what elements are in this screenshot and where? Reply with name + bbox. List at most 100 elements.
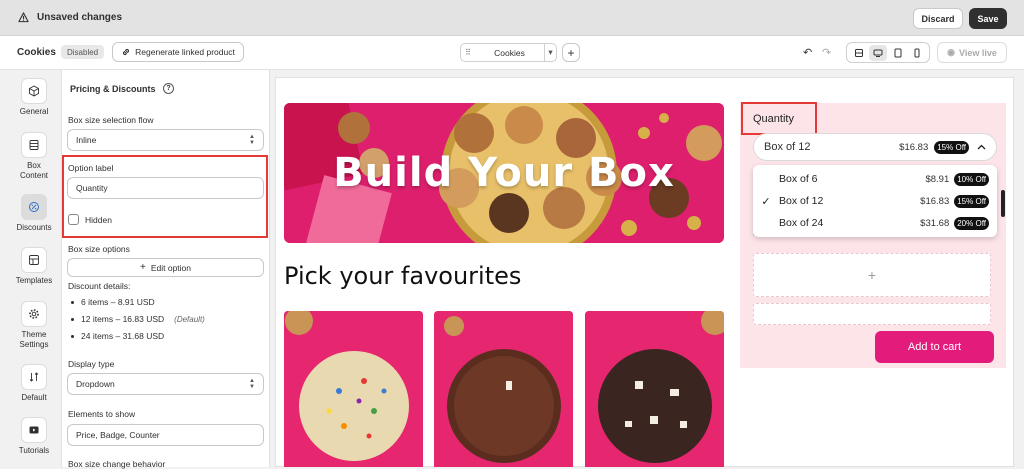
option-name: Box of 24 [779,217,824,229]
nav-item-tutorials[interactable]: Tutorials [8,417,60,456]
sort-icon [21,364,47,390]
template-select[interactable]: ⠿ Cookies ▾ [460,43,557,62]
discount-detail-item: 24 items – 31.68 USD [71,331,164,341]
nav-label: Tutorials [18,446,50,455]
flow-select[interactable]: Inline ▲ ▼ [67,129,264,151]
fullwidth-view-icon[interactable] [850,45,868,61]
edit-option-label: Edit option [150,262,191,273]
option-badge: 20% Off [954,216,989,230]
elements-value: Price, Badge, Counter [76,430,160,440]
flow-label: Box size selection flow [68,115,154,125]
cube-icon [21,78,47,104]
nav-label: Discounts [16,223,52,232]
top-bar [0,0,1024,36]
save-button[interactable]: Save [969,8,1007,29]
selected-option-badge: 15% Off [934,140,969,154]
option-price: $16.83 [920,195,950,207]
elements-input[interactable]: Price, Badge, Counter [67,424,264,446]
option-badge: 15% Off [954,194,989,208]
quantity-option[interactable]: Box of 6 $8.91 10% Off [753,168,997,190]
option-name: Box of 6 [779,173,818,185]
discount-detail-item: 12 items – 16.83 USD (Default) [71,314,205,324]
product-image [585,311,724,467]
help-icon[interactable]: ? [163,83,174,94]
box-slot[interactable] [753,303,991,325]
undo-icon[interactable]: ↶ [803,46,812,59]
warning-icon [18,12,29,23]
quantity-options-list: Box of 6 $8.91 10% Off ✓ Box of 12 $16.8… [753,165,997,237]
plus-icon: + [567,45,575,60]
default-note: (Default) [174,315,205,324]
unsaved-status: Unsaved changes [37,12,123,23]
redo-icon[interactable]: ↷ [822,46,831,59]
tablet-view-icon[interactable] [889,45,907,61]
display-type-select[interactable]: Dropdown ▲ ▼ [67,373,264,395]
discard-button[interactable]: Discard [913,8,963,29]
product-card[interactable] [434,311,573,467]
change-behavior-label: Box size change behavior [68,459,166,469]
nav-label: General [19,107,49,116]
status-badge: Disabled [61,45,105,59]
view-live-button[interactable]: ◉ View live [937,42,1007,63]
product-card[interactable] [585,311,724,467]
quantity-label-highlight [741,102,817,135]
add-to-cart-button[interactable]: Add to cart [875,331,994,363]
quantity-dropdown[interactable]: Box of 12 $16.83 15% Off [753,133,997,161]
template-icon [21,247,47,273]
nav-label: Templates [15,276,53,285]
check-icon: ✓ [761,195,771,208]
device-view-toggle [846,42,930,63]
chevron-down-icon: ▾ [544,44,556,61]
selected-option-price: $16.83 [899,141,929,153]
section-nav: General Box Content Discounts Templates … [8,70,60,467]
flow-select-value: Inline [76,135,97,145]
discount-icon [21,194,47,220]
gear-icon [21,301,47,327]
nav-item-discounts[interactable]: Discounts [8,194,60,233]
discount-details-label: Discount details: [68,281,131,291]
display-type-label: Display type [68,359,115,369]
product-image [434,311,573,467]
right-gutter [1014,70,1024,467]
display-type-value: Dropdown [76,379,115,389]
nav-item-general[interactable]: General [8,78,60,117]
select-arrows-icon: ▲ ▼ [249,134,255,146]
mobile-view-icon[interactable] [908,45,926,61]
add-template-button[interactable]: + [562,43,580,62]
eye-icon: ◉ [947,47,955,57]
nav-label: Box Content [19,161,49,180]
select-arrows-icon: ▲ ▼ [249,378,255,390]
bundle-name: Cookies [17,47,56,58]
sizes-label: Box size options [68,244,130,254]
nav-item-box-content[interactable]: Box Content [8,132,60,181]
list-icon [21,132,47,158]
play-icon [21,417,47,443]
desktop-view-icon[interactable] [869,44,888,61]
drag-handle-icon: ⠿ [465,48,471,57]
regenerate-label: Regenerate linked product [135,47,235,57]
selected-option-name: Box of 12 [764,141,811,153]
scrollbar-thumb[interactable] [1001,190,1005,217]
quantity-option[interactable]: ✓ Box of 12 $16.83 15% Off [753,190,997,212]
quantity-option[interactable]: Box of 24 $31.68 20% Off [753,212,997,234]
product-card[interactable] [284,311,423,467]
regenerate-product-button[interactable]: Regenerate linked product [112,42,244,62]
option-name: Box of 12 [779,195,824,207]
nav-item-theme-settings[interactable]: Theme Settings [8,301,60,350]
nav-item-templates[interactable]: Templates [8,247,60,286]
option-label-highlight [62,155,268,238]
template-select-value: Cookies [494,47,525,58]
chevron-up-icon [977,141,986,153]
discount-detail-item: 6 items – 8.91 USD [71,297,155,307]
link-icon [123,48,130,56]
nav-item-default[interactable]: Default [8,364,60,403]
panel-title: Pricing & Discounts [70,84,156,94]
option-price: $8.91 [925,173,950,185]
option-badge: 10% Off [954,172,989,186]
edit-option-button[interactable]: + Edit option [67,258,264,277]
hero-title: Build Your Box [333,150,675,196]
product-image [284,311,423,467]
box-slot[interactable]: + [753,253,991,297]
plus-icon: + [139,262,146,273]
view-live-label: View live [959,47,997,58]
